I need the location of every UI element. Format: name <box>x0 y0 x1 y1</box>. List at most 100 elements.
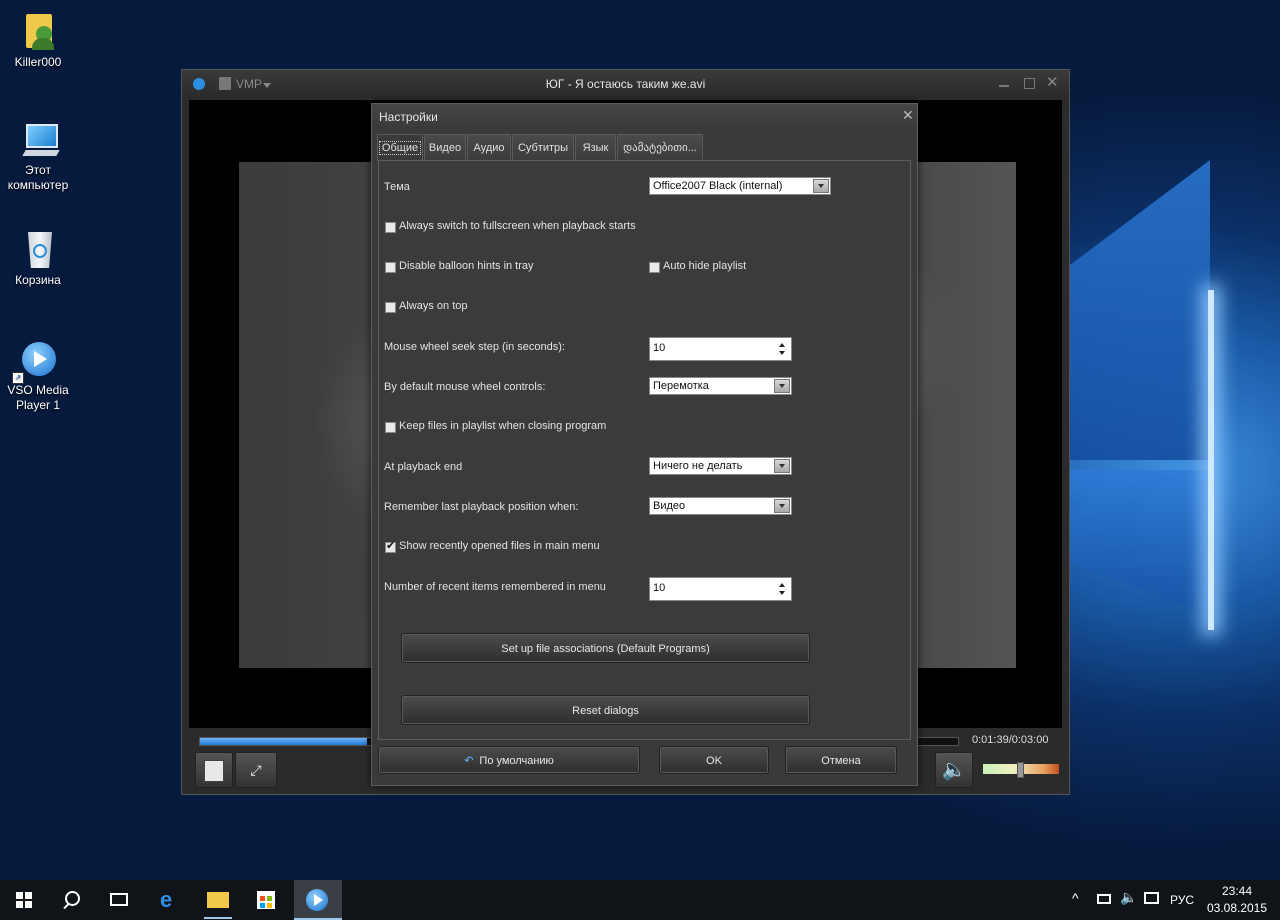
desktop-icon-recycle-bin[interactable]: Корзина <box>0 230 76 288</box>
default-button-label: По умолчанию <box>479 755 554 767</box>
fullscreen-checkbox[interactable] <box>385 222 396 233</box>
playend-label: At playback end <box>384 461 463 473</box>
spin-down-icon[interactable] <box>779 591 785 595</box>
notification-icon[interactable] <box>1144 892 1159 904</box>
ok-button[interactable]: OK <box>659 746 769 774</box>
recent-checkbox[interactable] <box>385 539 396 553</box>
keepfiles-label: Keep files in playlist when closing prog… <box>399 420 607 432</box>
spin-up-icon[interactable] <box>779 583 785 587</box>
clock-time[interactable]: 23:44 <box>1205 884 1269 898</box>
store-icon <box>257 891 275 909</box>
theme-label: Тема <box>384 181 410 193</box>
desktop-icon-label: VSO Media Player 1 <box>7 383 69 412</box>
language-indicator[interactable]: РУС <box>1170 893 1194 907</box>
seek-bar-fill <box>200 738 367 745</box>
desktop-icon-label: Корзина <box>15 273 61 287</box>
time-display: 0:01:39/0:03:00 <box>972 734 1049 746</box>
wheel-label: By default mouse wheel controls: <box>384 381 546 393</box>
fullscreen-icon: ⤢ <box>250 762 262 778</box>
close-icon[interactable]: ✕ <box>1046 73 1059 91</box>
chevron-up-icon[interactable]: ^ <box>1072 890 1079 906</box>
volume-icon[interactable]: 🔈 <box>1120 889 1137 906</box>
theme-select[interactable]: Office2007 Black (internal) <box>649 177 831 195</box>
cancel-button[interactable]: Отмена <box>785 746 897 774</box>
reset-dialogs-button[interactable]: Reset dialogs <box>401 695 810 725</box>
balloon-checkbox[interactable] <box>385 262 396 273</box>
wheel-select[interactable]: Перемотка <box>649 377 792 395</box>
volume-button[interactable]: 🔈 <box>935 752 973 788</box>
windows-icon <box>16 892 32 908</box>
tab-video[interactable]: Видео <box>424 134 466 160</box>
playend-select[interactable]: Ничего не делать <box>649 457 792 475</box>
wheel-select-value: Перемотка <box>653 380 709 392</box>
taskbar-edge[interactable]: e <box>146 880 194 920</box>
start-button[interactable] <box>0 880 48 920</box>
dialog-titlebar[interactable]: Настройки ✕ <box>372 104 917 130</box>
maximize-icon[interactable] <box>1024 78 1035 89</box>
player-title: ЮГ - Я остаюсь таким же.avi <box>545 77 706 91</box>
tab-additional[interactable]: დამატებითი... <box>617 134 703 160</box>
theme-select-value: Office2007 Black (internal) <box>653 180 783 192</box>
search-button[interactable] <box>48 880 96 920</box>
edge-icon: e <box>160 887 173 912</box>
autohide-checkbox[interactable] <box>649 262 660 273</box>
default-button[interactable]: ↶ По умолчанию <box>378 746 640 774</box>
recent-count-spinner[interactable]: 10 <box>649 577 792 601</box>
chevron-down-icon[interactable] <box>774 379 790 393</box>
tab-language[interactable]: Язык <box>575 134 616 160</box>
playend-select-value: Ничего не делать <box>653 460 743 472</box>
clock-date[interactable]: 03.08.2015 <box>1205 901 1269 915</box>
desktop-icon-vso[interactable]: ↗ VSO Media Player 1 <box>0 340 76 413</box>
keepfiles-checkbox[interactable] <box>385 422 396 433</box>
chevron-down-icon[interactable] <box>774 499 790 513</box>
minimize-icon[interactable] <box>999 85 1009 87</box>
recent-count-label: Number of recent items remembered in men… <box>384 581 606 593</box>
seek-step-value: 10 <box>653 342 666 354</box>
wallpaper-pane-2 <box>1070 470 1210 615</box>
computer-icon <box>18 120 60 160</box>
network-icon[interactable] <box>1097 894 1111 904</box>
ontop-checkbox[interactable] <box>385 302 396 313</box>
ontop-label: Always on top <box>399 300 468 312</box>
folder-icon <box>207 892 229 908</box>
autohide-label: Auto hide playlist <box>663 260 747 272</box>
wallpaper-glow <box>1208 290 1214 630</box>
chevron-down-icon[interactable] <box>774 459 790 473</box>
volume-slider[interactable] <box>983 762 1059 778</box>
speaker-icon: 🔈 <box>941 759 967 781</box>
chevron-down-icon[interactable] <box>813 179 829 193</box>
remember-select-value: Видео <box>653 500 686 512</box>
tab-general[interactable]: Общие <box>377 134 423 161</box>
file-associations-button[interactable]: Set up file associations (Default Progra… <box>401 633 810 663</box>
recent-count-value: 10 <box>653 582 666 594</box>
taskbar-explorer[interactable] <box>194 880 242 920</box>
taskbar: e ^ 🔈 РУС 23:44 03.08.2015 <box>0 880 1280 920</box>
playlist-button[interactable] <box>195 752 233 788</box>
taskbar-store[interactable] <box>242 880 290 920</box>
task-view-button[interactable] <box>96 880 144 920</box>
task-view-icon <box>110 893 128 906</box>
general-settings-panel: Тема Office2007 Black (internal) Always … <box>378 160 911 740</box>
playlist-icon <box>204 760 224 782</box>
settings-dialog[interactable]: Настройки ✕ Общие Видео Аудио Субтитры Я… <box>371 103 918 786</box>
tab-audio[interactable]: Аудио <box>467 134 511 160</box>
desktop-icon-this-pc[interactable]: Этот компьютер <box>0 120 76 193</box>
spin-up-icon[interactable] <box>779 343 785 347</box>
vso-player-icon: ↗ <box>12 340 58 384</box>
seek-step-spinner[interactable]: 10 <box>649 337 792 361</box>
seek-step-label: Mouse wheel seek step (in seconds): <box>384 341 565 353</box>
player-titlebar[interactable]: VMP ЮГ - Я остаюсь таким же.avi ✕ <box>182 70 1069 98</box>
volume-slider-handle[interactable] <box>1017 762 1024 778</box>
spin-down-icon[interactable] <box>779 351 785 355</box>
taskbar-vso-player[interactable] <box>294 880 342 920</box>
desktop-icon-user[interactable]: Killer000 <box>0 12 76 70</box>
remember-select[interactable]: Видео <box>649 497 792 515</box>
desktop-icon-label: Этот компьютер <box>7 163 69 192</box>
desktop-icon-label: Killer000 <box>14 55 62 69</box>
undo-arrow-icon: ↶ <box>464 755 474 767</box>
wallpaper-pane-1 <box>1070 160 1210 460</box>
dialog-close-icon[interactable]: ✕ <box>902 107 914 124</box>
tab-subtitles[interactable]: Субтитры <box>512 134 574 160</box>
fullscreen-button[interactable]: ⤢ <box>235 752 277 788</box>
recycle-bin-icon <box>18 230 58 270</box>
